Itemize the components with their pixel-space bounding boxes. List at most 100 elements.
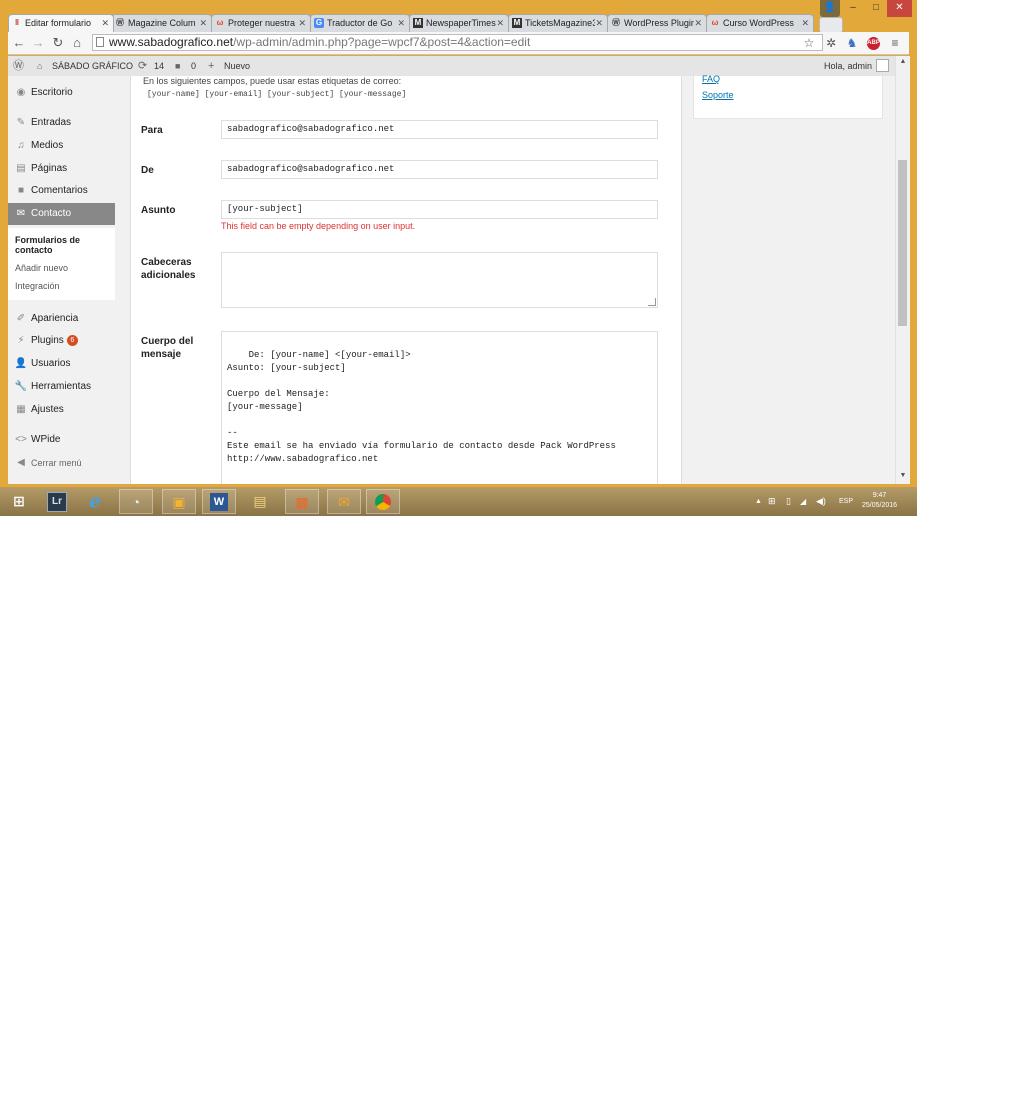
menu-item-escritorio[interactable]: ◉ Escritorio [8, 82, 115, 104]
tab-close-icon[interactable]: ✕ [298, 15, 306, 32]
asunto-field-note: This field can be empty depending on use… [221, 221, 416, 231]
battery-icon[interactable]: ▯ [786, 487, 791, 516]
soporte-link[interactable]: Soporte [702, 90, 734, 100]
translate-icon: G [314, 18, 324, 28]
menu-item-medios[interactable]: ♫ Medios [8, 135, 115, 157]
menu-item-contacto[interactable]: ✉ Contacto [8, 203, 115, 225]
submenu-item-formularios[interactable]: Formularios de contacto [15, 235, 95, 255]
window-close-icon[interactable]: ✕ [887, 0, 912, 17]
menu-item-plugins[interactable]: ⚡ Plugins 6 [8, 330, 115, 352]
volume-icon[interactable]: ◀) [816, 487, 826, 516]
profile-icon[interactable]: 👤 [820, 0, 840, 17]
cuerpo-textarea[interactable]: De: [your-name] <[your-email]> Asunto: [… [221, 331, 658, 491]
network-icon[interactable]: ◢ [800, 487, 806, 516]
menu-item-wpide[interactable]: <> WPide [8, 429, 115, 451]
menu-item-ajustes[interactable]: ▦ Ajustes [8, 399, 115, 421]
windows-taskbar: ⊞ Lr ℯ ◔ ▣ W ▤ ▩ ✉ ▲ ⊞ ▯ ◢ ◀) ESP 9:47 2… [0, 487, 917, 516]
app-icon[interactable]: ◔ [119, 489, 153, 514]
address-bar[interactable]: www.sabadografico.net/wp-admin/admin.php… [92, 34, 823, 51]
m-icon: M [512, 18, 522, 28]
word-icon[interactable]: W [202, 489, 236, 514]
tools-icon: 🔧 [14, 381, 28, 392]
action-center-icon[interactable]: ⊞ [768, 487, 776, 516]
notes-icon[interactable]: ▣ [162, 489, 196, 514]
tab-close-icon[interactable]: ✕ [101, 15, 109, 32]
new-tab-button[interactable] [819, 17, 843, 33]
lightroom-icon[interactable]: Lr [40, 489, 74, 514]
comments-count[interactable]: 0 [191, 56, 196, 76]
collapse-menu-button[interactable]: ◀ Cerrar menú [8, 452, 115, 474]
scrollbar-thumb[interactable] [898, 160, 907, 326]
cabeceras-textarea[interactable] [221, 252, 658, 308]
menu-item-label: Entradas [31, 117, 72, 128]
asunto-field[interactable]: [your-subject] [221, 200, 658, 219]
bookmark-star-icon[interactable]: ☆ [801, 35, 817, 51]
minimize-icon[interactable]: – [842, 0, 864, 17]
tab-editar-formulario[interactable]: ‖ Editar formulario ✕ [8, 14, 114, 32]
tab-traductor[interactable]: G Traductor de Go ✕ [310, 14, 410, 32]
updates-count[interactable]: 14 [154, 56, 164, 76]
outlook-icon[interactable]: ✉ [327, 489, 361, 514]
plus-icon[interactable]: + [208, 56, 214, 76]
file-explorer-icon[interactable]: ▤ [243, 489, 277, 514]
site-name-link[interactable]: SÁBADO GRÁFICO [52, 56, 133, 76]
tab-curso-wordpress[interactable]: ω Curso WordPress ✕ [706, 14, 814, 32]
maximize-icon[interactable]: □ [865, 0, 887, 17]
tab-newspapertimes[interactable]: M NewspaperTimes ✕ [409, 14, 509, 32]
photos-icon[interactable]: ▩ [285, 489, 319, 514]
para-field[interactable]: sabadografico@sabadografico.net [221, 120, 658, 139]
scroll-up-icon[interactable]: ▲ [898, 58, 908, 65]
tab-close-icon[interactable]: ✕ [595, 15, 603, 32]
mail-icon: ✉ [16, 208, 26, 219]
tab-close-icon[interactable]: ✕ [694, 15, 702, 32]
clock-time: 9:47 [872, 492, 887, 499]
menu-item-apariencia[interactable]: ✐ Apariencia [8, 308, 115, 330]
menu-item-comentarios[interactable]: ■ Comentarios [8, 180, 115, 202]
language-indicator[interactable]: ESP [839, 487, 853, 516]
submenu-item-anadir-nuevo[interactable]: Añadir nuevo [15, 263, 68, 273]
menu-icon[interactable]: ≡ [887, 35, 903, 51]
tab-close-icon[interactable]: ✕ [801, 15, 809, 32]
tab-magazine[interactable]: Ⓦ Magazine Colum ✕ [111, 14, 212, 32]
de-field[interactable]: sabadografico@sabadografico.net [221, 160, 658, 179]
tab-label: Traductor de Go [327, 18, 393, 28]
tab-proteger[interactable]: ω Proteger nuestra ✕ [211, 14, 311, 32]
tab-wordpress-plugin[interactable]: Ⓦ WordPress Plugin ✕ [607, 14, 707, 32]
updates-icon[interactable]: ⟳ [138, 56, 147, 76]
menu-item-paginas[interactable]: ▤ Páginas [8, 158, 115, 180]
back-icon[interactable]: ← [11, 35, 27, 51]
tab-close-icon[interactable]: ✕ [199, 15, 207, 32]
page-scrollbar[interactable]: ▲ ▼ [895, 56, 910, 486]
menu-item-label: Cerrar menú [31, 458, 82, 468]
tab-close-icon[interactable]: ✕ [496, 15, 504, 32]
menu-item-entradas[interactable]: ✎ Entradas [8, 112, 115, 134]
internet-explorer-icon[interactable]: ℯ [78, 489, 112, 514]
menu-item-usuarios[interactable]: 👤 Usuarios [8, 353, 115, 375]
menu-item-label: Ajustes [31, 404, 64, 415]
extension-icon[interactable]: ♞ [844, 35, 860, 51]
forward-icon[interactable]: → [30, 35, 46, 51]
account-greeting[interactable]: Hola, admin [824, 56, 872, 76]
tab-close-icon[interactable]: ✕ [397, 15, 405, 32]
menu-item-herramientas[interactable]: 🔧 Herramientas [8, 376, 115, 398]
wordpress-logo-icon[interactable]: Ⓦ [13, 56, 24, 76]
home-icon[interactable]: ⌂ [69, 35, 85, 51]
avatar[interactable] [876, 59, 889, 72]
tray-expand-icon[interactable]: ▲ [755, 487, 762, 516]
scroll-down-icon[interactable]: ▼ [898, 472, 908, 479]
reload-icon[interactable]: ↻ [50, 35, 66, 51]
system-clock[interactable]: 9:47 25/05/2016 [862, 491, 897, 511]
wordpress-icon: Ⓦ [116, 18, 124, 27]
chrome-icon[interactable] [366, 489, 400, 514]
comments-icon[interactable]: ■ [175, 56, 180, 76]
resize-grip-icon[interactable] [648, 298, 656, 306]
adblock-icon[interactable]: ABP [867, 37, 880, 50]
tab-ticketsmagazine[interactable]: M TicketsMagazine3 ✕ [508, 14, 608, 32]
faq-link[interactable]: FAQ [702, 74, 720, 84]
pages-icon: ▤ [16, 163, 26, 174]
menu-item-label: Herramientas [31, 381, 92, 392]
new-content-link[interactable]: Nuevo [224, 56, 250, 76]
submenu-item-integracion[interactable]: Integración [15, 281, 60, 291]
start-icon[interactable]: ⊞ [2, 489, 36, 514]
extension-icon[interactable]: ✲ [823, 35, 839, 51]
